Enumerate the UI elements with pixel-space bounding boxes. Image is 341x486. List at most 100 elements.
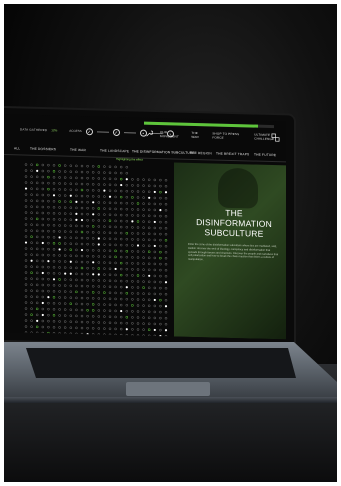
grid-dot bbox=[75, 272, 78, 276]
tab-brexit-traps[interactable]: THE BREXIT TRAPS bbox=[216, 152, 249, 157]
grid-dot bbox=[164, 197, 168, 200]
grid-dot bbox=[80, 296, 84, 300]
grid-dot bbox=[103, 291, 106, 294]
grid-dot bbox=[147, 310, 151, 314]
grid-dot bbox=[52, 314, 56, 317]
grid-dot bbox=[91, 297, 95, 300]
grid-dot bbox=[164, 317, 168, 320]
grid-dot bbox=[41, 277, 44, 281]
menu-item[interactable]: OUR MOVEMENT bbox=[160, 130, 183, 139]
grid-dot bbox=[64, 254, 67, 257]
grid-dot bbox=[131, 298, 134, 301]
grid-dot bbox=[24, 217, 28, 220]
grid-dot bbox=[131, 262, 134, 265]
grid-dot bbox=[147, 178, 151, 182]
grid-dot bbox=[24, 193, 28, 196]
grid-dot bbox=[64, 236, 67, 239]
grid-dot bbox=[119, 285, 123, 289]
grid-dot bbox=[108, 285, 112, 288]
grid-dot bbox=[58, 194, 61, 197]
step-2-check-icon[interactable]: ✓ bbox=[112, 128, 120, 136]
hooded-figure-image bbox=[218, 167, 258, 209]
grid-dot bbox=[153, 196, 157, 200]
grid-dot bbox=[103, 189, 106, 192]
grid-dot bbox=[47, 187, 50, 191]
grid-dot bbox=[136, 280, 140, 283]
grid-dot bbox=[119, 165, 123, 169]
tab-all[interactable]: ALL bbox=[14, 146, 20, 150]
grid-dot bbox=[64, 206, 67, 209]
grid-dot bbox=[75, 254, 78, 258]
grid-dot bbox=[24, 241, 28, 244]
grid-dot bbox=[69, 170, 73, 173]
tab-region[interactable]: THE REGION bbox=[190, 151, 212, 156]
grid-dot bbox=[64, 224, 67, 227]
grid-dot bbox=[136, 178, 140, 181]
grid-dot bbox=[125, 172, 129, 175]
grid-dot bbox=[52, 308, 56, 311]
grid-dot bbox=[97, 213, 101, 216]
grid-dot bbox=[108, 237, 112, 240]
grid-dot bbox=[125, 268, 129, 271]
tab-future[interactable]: THE FUTURE bbox=[254, 153, 276, 158]
grid-dot bbox=[75, 164, 78, 168]
grid-dot bbox=[80, 236, 84, 240]
grid-dot bbox=[52, 296, 56, 299]
grid-dot bbox=[125, 244, 129, 247]
grid-dot bbox=[131, 316, 134, 319]
grid-dot bbox=[91, 321, 95, 324]
grid-dot bbox=[103, 255, 106, 258]
grid-dot bbox=[86, 248, 89, 252]
grid-dot bbox=[86, 200, 89, 204]
grid-dot bbox=[97, 249, 101, 252]
grid-dot bbox=[58, 308, 61, 311]
grid-dot bbox=[41, 337, 44, 340]
grid-dot bbox=[35, 307, 39, 311]
grid-dot bbox=[75, 230, 78, 234]
grid-dot bbox=[153, 262, 157, 266]
grid-dot bbox=[91, 165, 95, 168]
grid-dot bbox=[91, 207, 95, 210]
grid-dot bbox=[159, 274, 162, 278]
grid-dot bbox=[47, 175, 50, 179]
grid-dot bbox=[159, 238, 162, 242]
panel-body: Enter the zone of the disinformation sub… bbox=[188, 242, 279, 262]
grid-dot bbox=[41, 229, 44, 233]
grid-dot bbox=[114, 213, 117, 217]
grid-dot bbox=[30, 229, 33, 232]
grid-dot bbox=[153, 274, 157, 278]
grid-dot bbox=[136, 226, 140, 229]
grid-dot bbox=[64, 284, 67, 287]
grid-dot bbox=[58, 254, 61, 257]
share-icon[interactable] bbox=[271, 133, 280, 142]
grid-dot bbox=[58, 188, 61, 191]
grid-dot bbox=[142, 298, 145, 301]
grid-dot bbox=[97, 267, 101, 270]
grid-dot bbox=[119, 291, 123, 295]
grid-dot bbox=[75, 182, 78, 186]
grid-dot bbox=[24, 337, 28, 340]
story-panel[interactable]: THE DISINFORMATION SUBCULTURE Enter the … bbox=[174, 162, 286, 340]
grid-dot bbox=[147, 268, 151, 272]
grid-dot bbox=[119, 315, 123, 319]
grid-dot bbox=[131, 196, 134, 199]
menu-item[interactable]: THE WAR bbox=[191, 131, 204, 139]
grid-dot bbox=[64, 278, 67, 281]
grid-dot bbox=[91, 243, 95, 246]
grid-dot bbox=[41, 259, 44, 263]
tab-disinformation-subculture[interactable]: THE DISINFORMATION SUBCULTURE bbox=[132, 149, 195, 155]
grid-dot bbox=[75, 218, 78, 221]
grid-dot bbox=[47, 181, 50, 185]
step-1-check-icon[interactable]: ✓ bbox=[85, 127, 93, 135]
tab-landscape[interactable]: THE LANDSCAPE bbox=[100, 149, 129, 154]
wrench-icon[interactable] bbox=[145, 130, 153, 138]
tab-war[interactable]: THE WAR bbox=[70, 148, 86, 152]
grid-dot bbox=[142, 262, 145, 265]
grid-dot bbox=[24, 253, 28, 256]
grid-dot bbox=[58, 278, 61, 281]
menu-item[interactable]: SHOP TO PRESS FORCE bbox=[212, 131, 246, 140]
grid-dot bbox=[142, 322, 145, 325]
grid-dot bbox=[148, 196, 151, 199]
grid-dot bbox=[136, 202, 140, 205]
tab-dossiers[interactable]: THE DOSSIERS bbox=[30, 147, 56, 152]
